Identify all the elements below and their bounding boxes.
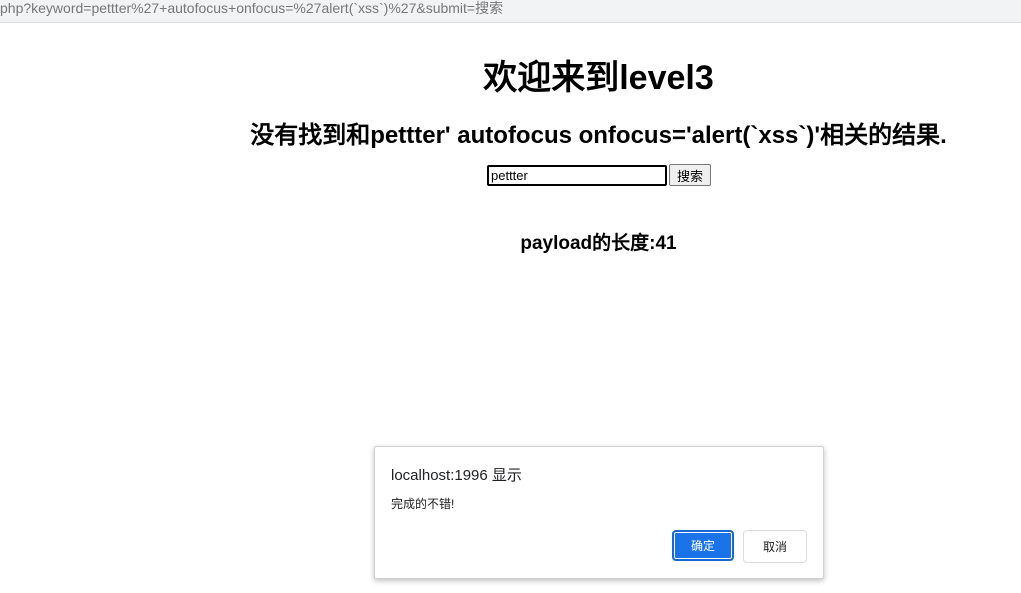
keyword-input[interactable] [487, 165, 667, 186]
search-button[interactable]: 搜索 [669, 164, 711, 186]
ok-button[interactable]: 确定 [672, 530, 734, 561]
page-title: 欢迎来到level3 [483, 59, 714, 97]
address-bar[interactable]: php?keyword=pettter%27+autofocus+onfocus… [0, 0, 1021, 23]
payload-length: payload的长度:41 [520, 233, 677, 254]
url-text[interactable]: php?keyword=pettter%27+autofocus+onfocus… [0, 0, 503, 16]
dialog-title: localhost:1996 显示 [391, 467, 522, 484]
dialog-message: 完成的不错! [391, 497, 455, 511]
search-result-message: 没有找到和pettter' autofocus onfocus='alert(`… [250, 122, 947, 149]
alert-dialog: localhost:1996 显示 完成的不错! 确定 取消 [374, 446, 824, 579]
cancel-button[interactable]: 取消 [743, 530, 807, 563]
